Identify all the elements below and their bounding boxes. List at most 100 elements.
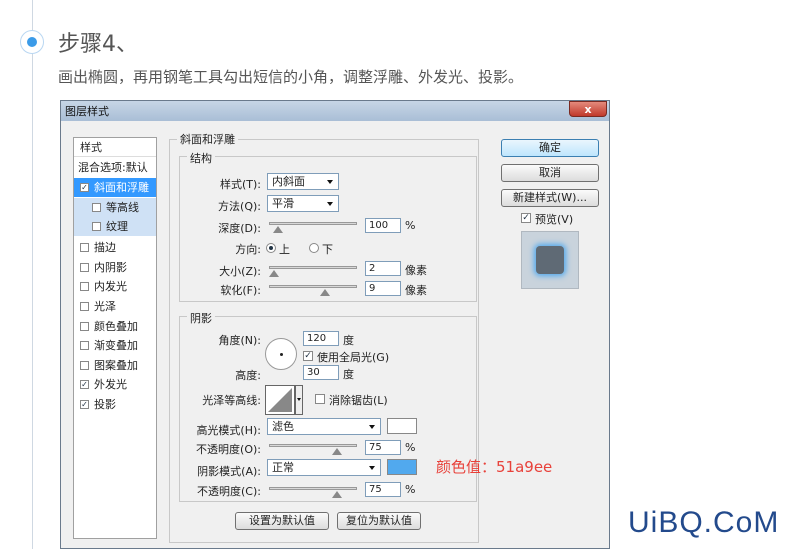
size-input[interactable]: 2 <box>365 261 401 276</box>
checkbox-icon[interactable]: ✓ <box>80 380 89 389</box>
gloss-contour-picker[interactable] <box>265 385 295 415</box>
style-item-inner-glow[interactable]: 内发光 <box>74 277 156 296</box>
site-watermark: UiBQ.CoM <box>628 506 780 539</box>
angle-label: 角度(N): <box>218 334 261 347</box>
checkbox-icon[interactable]: ✓ <box>80 400 89 409</box>
checkbox-icon[interactable] <box>80 282 89 291</box>
reset-default-button[interactable]: 复位为默认值 <box>337 512 421 530</box>
preview-thumbnail <box>521 231 579 289</box>
step-bullet-icon <box>20 30 44 54</box>
soften-input[interactable]: 9 <box>365 281 401 296</box>
style-item-pattern-overlay[interactable]: 图案叠加 <box>74 356 156 375</box>
checkbox-icon[interactable] <box>92 203 101 212</box>
direction-up-radio[interactable] <box>266 243 276 253</box>
shadow-mode-select[interactable]: 正常 <box>267 459 381 476</box>
style-item-drop-shadow[interactable]: ✓ 投影 <box>74 395 156 414</box>
checkbox-icon[interactable] <box>80 243 89 252</box>
checkbox-icon[interactable] <box>80 302 89 311</box>
direction-up-label: 上 <box>279 243 290 256</box>
style-item-color-overlay[interactable]: 颜色叠加 <box>74 317 156 336</box>
direction-label: 方向: <box>235 243 261 256</box>
shadow-opacity-input[interactable]: 75 <box>365 482 401 497</box>
gloss-contour-label: 光泽等高线: <box>202 394 261 407</box>
new-style-button[interactable]: 新建样式(W)... <box>501 189 599 207</box>
altitude-unit: 度 <box>343 368 354 381</box>
highlight-opacity-thumb[interactable] <box>332 448 342 455</box>
blend-options-item[interactable]: 混合选项:默认 <box>74 158 156 177</box>
style-item-contour[interactable]: 等高线 <box>74 198 156 217</box>
soften-slider-thumb[interactable] <box>320 289 330 296</box>
antialias-label: 消除锯齿(L) <box>329 394 388 407</box>
highlight-mode-select[interactable]: 滤色 <box>267 418 381 435</box>
depth-slider-thumb[interactable] <box>273 226 283 233</box>
shadow-opacity-slider[interactable] <box>269 487 357 498</box>
soften-label: 软化(F): <box>220 284 261 297</box>
checkbox-icon[interactable] <box>80 341 89 350</box>
ok-button[interactable]: 确定 <box>501 139 599 157</box>
direction-down-radio[interactable] <box>309 243 319 253</box>
checkbox-icon[interactable] <box>92 222 101 231</box>
checkbox-icon[interactable]: ✓ <box>80 183 89 192</box>
shadow-opacity-unit: % <box>405 483 416 496</box>
make-default-button[interactable]: 设置为默认值 <box>235 512 329 530</box>
contour-curve-icon <box>268 388 292 412</box>
technique-label: 方法(Q): <box>218 200 261 213</box>
shading-title: 阴影 <box>187 310 215 326</box>
highlight-mode-label: 高光模式(H): <box>196 424 261 437</box>
style-select[interactable]: 内斜面 <box>267 173 339 190</box>
structure-title: 结构 <box>187 150 215 166</box>
size-slider-thumb[interactable] <box>269 270 279 277</box>
soften-unit: 像素 <box>405 284 427 297</box>
highlight-opacity-unit: % <box>405 441 416 454</box>
cancel-button[interactable]: 取消 <box>501 164 599 182</box>
depth-slider[interactable] <box>269 222 357 233</box>
checkbox-icon[interactable] <box>80 263 89 272</box>
style-item-inner-shadow[interactable]: 内阴影 <box>74 258 156 277</box>
contour-dropdown-icon[interactable] <box>295 385 303 415</box>
preview-label: 预览(V) <box>535 213 574 226</box>
close-button[interactable]: x <box>569 101 607 117</box>
technique-select[interactable]: 平滑 <box>267 195 339 212</box>
angle-dial[interactable] <box>265 338 297 370</box>
size-label: 大小(Z): <box>219 265 261 278</box>
style-item-gradient-overlay[interactable]: 渐变叠加 <box>74 336 156 355</box>
dialog-title: 图层样式 <box>65 105 109 118</box>
size-unit: 像素 <box>405 264 427 277</box>
depth-unit: % <box>405 219 416 232</box>
style-item-bevel-emboss[interactable]: ✓ 斜面和浮雕 <box>74 178 156 197</box>
step-title: 步骤4、 <box>58 32 138 57</box>
highlight-opacity-input[interactable]: 75 <box>365 440 401 455</box>
checkbox-icon[interactable] <box>80 361 89 370</box>
depth-input[interactable]: 100 <box>365 218 401 233</box>
altitude-input[interactable]: 30 <box>303 365 339 380</box>
highlight-color-swatch[interactable] <box>387 418 417 434</box>
direction-down-label: 下 <box>322 243 333 256</box>
dialog-titlebar: 图层样式 <box>61 101 609 121</box>
highlight-opacity-slider[interactable] <box>269 444 357 455</box>
highlight-opacity-label: 不透明度(O): <box>196 443 261 456</box>
angle-input[interactable]: 120 <box>303 331 339 346</box>
shadow-opacity-thumb[interactable] <box>332 491 342 498</box>
timeline-line <box>32 0 33 549</box>
antialias-checkbox[interactable] <box>315 394 325 404</box>
checkbox-icon[interactable] <box>80 322 89 331</box>
global-light-checkbox[interactable]: ✓ <box>303 351 313 361</box>
shadow-color-swatch[interactable] <box>387 459 417 475</box>
size-slider[interactable] <box>269 266 357 277</box>
color-value-note: 颜色值：51a9ee <box>436 458 553 476</box>
section-title: 斜面和浮雕 <box>177 131 238 147</box>
style-item-texture[interactable]: 纹理 <box>74 217 156 236</box>
preview-checkbox[interactable]: ✓ <box>521 213 531 223</box>
step-description: 画出椭圆，再用钢笔工具勾出短信的小角，调整浮雕、外发光、投影。 <box>58 68 524 86</box>
layer-style-dialog: 图层样式 x 样式 混合选项:默认 ✓ 斜面和浮雕 等高线 纹理 描边 内阴影 <box>60 100 610 549</box>
style-label: 样式(T): <box>219 178 261 191</box>
style-item-satin[interactable]: 光泽 <box>74 297 156 316</box>
style-item-stroke[interactable]: 描边 <box>74 238 156 257</box>
soften-slider[interactable] <box>269 285 357 296</box>
style-item-outer-glow[interactable]: ✓ 外发光 <box>74 375 156 394</box>
global-light-label: 使用全局光(G) <box>317 351 390 364</box>
styles-header[interactable]: 样式 <box>74 138 156 157</box>
altitude-label: 高度: <box>235 369 261 382</box>
shadow-opacity-label: 不透明度(C): <box>197 485 261 498</box>
depth-label: 深度(D): <box>218 222 261 235</box>
